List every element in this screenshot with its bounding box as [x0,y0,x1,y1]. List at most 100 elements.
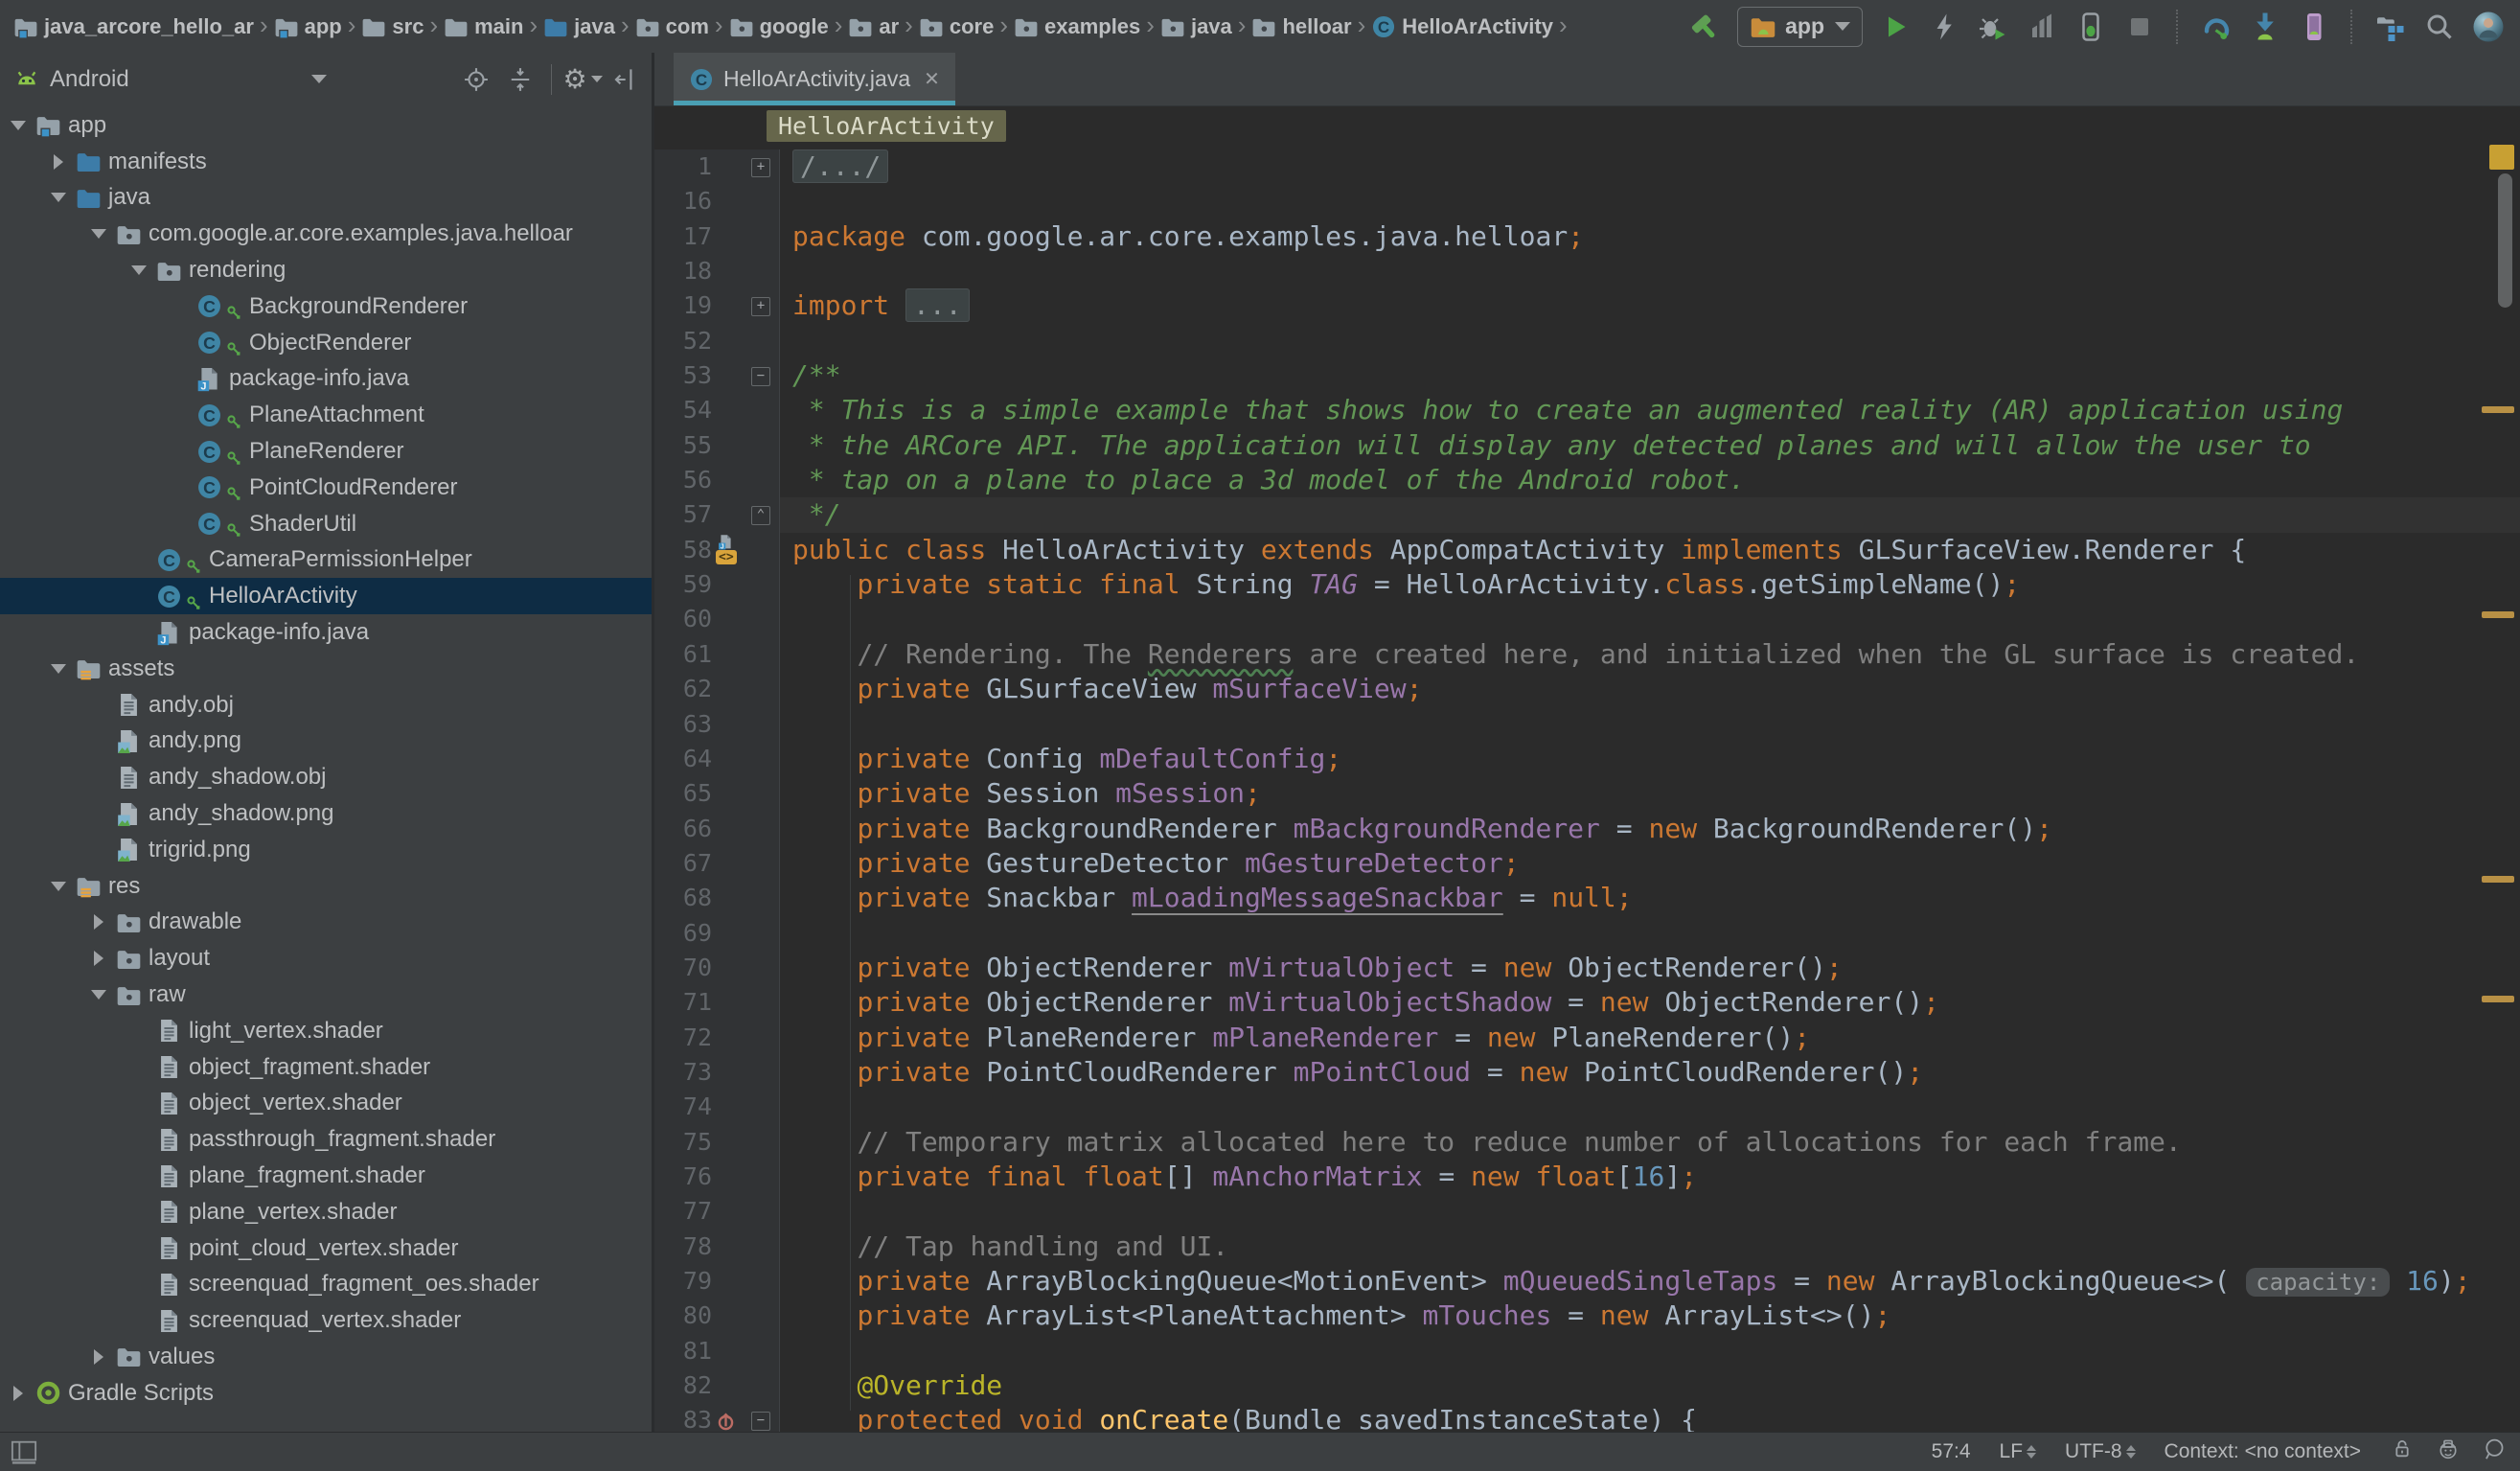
encoding-widget[interactable]: UTF-8 [2065,1440,2136,1463]
code-line[interactable]: 1+/.../ [654,149,2520,184]
code-line[interactable]: 76 private final float[] mAnchorMatrix =… [654,1160,2520,1194]
code-line[interactable]: 62 private GLSurfaceView mSurfaceView; [654,672,2520,706]
breadcrumb-item-com[interactable]: com [635,14,709,39]
code-line[interactable]: 58J<>public class HelloArActivity extend… [654,533,2520,567]
editor-breadcrumb[interactable]: HelloArActivity [767,110,1006,142]
tree-item-java[interactable]: java [0,180,652,217]
settings-gear-button[interactable]: ⚙ [567,64,598,95]
collapse-all-button[interactable] [505,64,536,95]
avd-manager-button[interactable] [2200,11,2233,43]
breadcrumb-item-ar[interactable]: ar [848,14,899,39]
expand-arrow-down[interactable] [8,121,29,130]
project-structure-button[interactable] [2374,11,2407,43]
fold-marker-end[interactable]: ⌃ [751,506,770,525]
context-widget[interactable]: Context: <no context> [2165,1440,2361,1463]
code-line[interactable]: 79 private ArrayBlockingQueue<MotionEven… [654,1264,2520,1299]
code-line[interactable]: 72 private PlaneRenderer mPlaneRenderer … [654,1021,2520,1055]
tree-item-planerenderer[interactable]: CPlaneRenderer [0,433,652,470]
fold-marker-plus[interactable]: + [751,158,770,177]
expand-arrow-down[interactable] [48,664,69,674]
code-line[interactable]: 64 private Config mDefaultConfig; [654,742,2520,776]
hide-panel-button[interactable] [611,64,642,95]
code-line[interactable]: 59 private static final String TAG = Hel… [654,567,2520,602]
code-line[interactable]: 54 * This is a simple example that shows… [654,393,2520,427]
code-line[interactable]: 18 [654,254,2520,288]
fold-marker-minus[interactable]: − [751,1412,770,1431]
expand-arrow-right[interactable] [88,951,109,966]
code-line[interactable]: 19+import ... [654,288,2520,323]
project-view-selector[interactable]: Android [13,66,327,93]
tree-item-passthrough-fragment-shader[interactable]: passthrough_fragment.shader [0,1121,652,1158]
code-line[interactable]: 55 * the ARCore API. The application wil… [654,428,2520,463]
stop-button[interactable] [2123,11,2156,43]
tree-item-screenquad-vertex-shader[interactable]: screenquad_vertex.shader [0,1302,652,1339]
warning-stripe-mark[interactable] [2482,996,2514,1002]
expand-arrow-down[interactable] [128,265,149,275]
breadcrumb-item-app[interactable]: app [274,14,342,39]
tree-item-layout[interactable]: layout [0,940,652,977]
warning-stripe-mark[interactable] [2482,876,2514,883]
code-line[interactable]: 16 [654,184,2520,218]
code-line[interactable]: 60 [654,602,2520,636]
breadcrumb-item-google[interactable]: google [729,14,829,39]
tree-item-assets[interactable]: assets [0,651,652,687]
tree-item-screenquad-fragment-oes-shader[interactable]: screenquad_fragment_oes.shader [0,1267,652,1303]
code-line[interactable]: 78 // Tap handling and UI. [654,1230,2520,1264]
tree-item-andy-shadow-png[interactable]: andy_shadow.png [0,795,652,832]
tree-item-plane-fragment-shader[interactable]: plane_fragment.shader [0,1158,652,1194]
editor-scrollbar[interactable] [2498,173,2512,308]
code-line[interactable]: 81 [654,1334,2520,1368]
inspections-hector-icon[interactable] [2436,1437,2461,1467]
tree-item-com-google-ar-core-examples-java-helloar[interactable]: com.google.ar.core.examples.java.helloar [0,216,652,252]
tree-item-pointcloudrenderer[interactable]: CPointCloudRenderer [0,470,652,506]
tree-item-object-vertex-shader[interactable]: object_vertex.shader [0,1086,652,1122]
override-method-icon[interactable] [716,1411,736,1431]
tree-item-rendering[interactable]: rendering [0,252,652,288]
code-line[interactable]: 63 [654,707,2520,742]
breadcrumb-item-java[interactable]: java [543,14,615,39]
warning-stripe-mark[interactable] [2482,611,2514,618]
toolwindow-toggle-icon[interactable] [0,1438,38,1465]
code-line[interactable]: 56 * tap on a plane to place a 3d model … [654,463,2520,497]
code-line[interactable]: 83− protected void onCreate(Bundle saved… [654,1403,2520,1432]
warning-stripe-mark[interactable] [2482,406,2514,413]
breadcrumb-item-src[interactable]: src [361,14,424,39]
user-avatar[interactable] [2472,11,2505,43]
code-line[interactable]: 69 [654,916,2520,951]
sdk-manager-button[interactable] [2249,11,2281,43]
tree-item-andy-shadow-obj[interactable]: andy_shadow.obj [0,759,652,795]
run-button[interactable] [1879,11,1912,43]
caret-position[interactable]: 57:4 [1932,1440,1971,1463]
code-line[interactable]: 61 // Rendering. The Renderers are creat… [654,637,2520,672]
code-line[interactable]: 53−/** [654,358,2520,393]
tree-item-light-vertex-shader[interactable]: light_vertex.shader [0,1013,652,1049]
expand-arrow-right[interactable] [88,914,109,930]
code-line[interactable]: 71 private ObjectRenderer mVirtualObject… [654,985,2520,1020]
breadcrumb-item-java[interactable]: java [1160,14,1232,39]
tree-item-camerapermissionhelper[interactable]: CCameraPermissionHelper [0,542,652,579]
locate-file-button[interactable] [461,64,492,95]
tree-item-drawable[interactable]: drawable [0,905,652,941]
breadcrumb-item-helloar[interactable]: helloar [1251,14,1351,39]
expand-arrow-right[interactable] [48,154,69,170]
code-line[interactable]: 17package com.google.ar.core.examples.ja… [654,219,2520,254]
code-line[interactable]: 73 private PointCloudRenderer mPointClou… [654,1055,2520,1090]
expand-arrow-right[interactable] [88,1349,109,1365]
attach-debugger-button[interactable] [2074,11,2107,43]
readonly-lock-icon[interactable] [2390,1437,2415,1467]
inspection-status-square[interactable] [2489,145,2514,170]
code-line[interactable]: 80 private ArrayList<PlaneAttachment> mT… [654,1299,2520,1333]
expand-arrow-down[interactable] [88,229,109,239]
code-line[interactable]: 57⌃ */ [654,497,2520,532]
apply-changes-button[interactable] [1928,11,1960,43]
breadcrumb-item-main[interactable]: main [444,14,523,39]
code-line[interactable]: 70 private ObjectRenderer mVirtualObject… [654,951,2520,985]
breadcrumb-item-helloaractivity[interactable]: CHelloArActivity [1371,14,1553,39]
tree-item-objectrenderer[interactable]: CObjectRenderer [0,325,652,361]
tree-item-app[interactable]: app [0,107,652,144]
profile-button[interactable] [2026,11,2058,43]
line-separator-widget[interactable]: LF [2000,1440,2037,1463]
code-line[interactable]: 67 private GestureDetector mGestureDetec… [654,846,2520,881]
run-configuration-selector[interactable]: app [1737,7,1863,47]
tree-item-helloaractivity[interactable]: CHelloArActivity [0,578,652,614]
